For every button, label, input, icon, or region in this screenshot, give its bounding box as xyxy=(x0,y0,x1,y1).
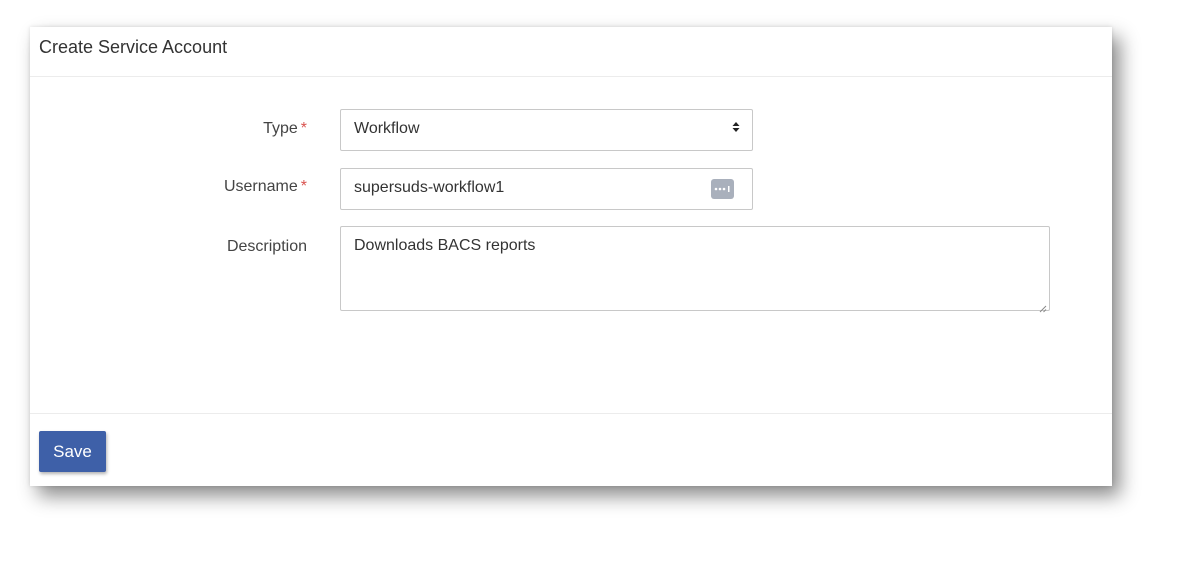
description-label: Description xyxy=(227,238,307,256)
type-label: Type * xyxy=(263,120,307,138)
type-select[interactable]: Workflow xyxy=(340,109,753,151)
username-input[interactable]: supersuds-workflow1 xyxy=(340,168,753,210)
form-body: Type * Workflow Username * supersuds-workf… xyxy=(30,77,1112,414)
username-label-text: Username xyxy=(223,178,298,195)
resize-grip-icon[interactable] xyxy=(1039,300,1047,313)
save-button[interactable]: Save xyxy=(39,431,106,472)
description-textarea-value: Downloads BACS reports xyxy=(354,237,536,254)
panel-title: Create Service Account xyxy=(39,37,228,57)
password-dots-icon[interactable] xyxy=(711,179,734,199)
required-marker: * xyxy=(300,120,307,137)
panel-header: Create Service Account xyxy=(30,27,1112,77)
description-label-text: Description xyxy=(226,238,307,255)
sort-arrows-icon xyxy=(732,121,740,133)
username-label: Username * xyxy=(224,178,307,196)
type-select-value: Workflow xyxy=(354,120,420,137)
description-textarea[interactable]: Downloads BACS reports xyxy=(340,226,1050,313)
required-marker: * xyxy=(300,178,307,195)
panel-footer: Save xyxy=(30,414,1112,489)
username-input-value: supersuds-workflow1 xyxy=(354,179,505,196)
type-label-text: Type xyxy=(263,120,298,137)
create-service-account-panel: Create Service Account Type * Workflow Us… xyxy=(30,27,1112,486)
